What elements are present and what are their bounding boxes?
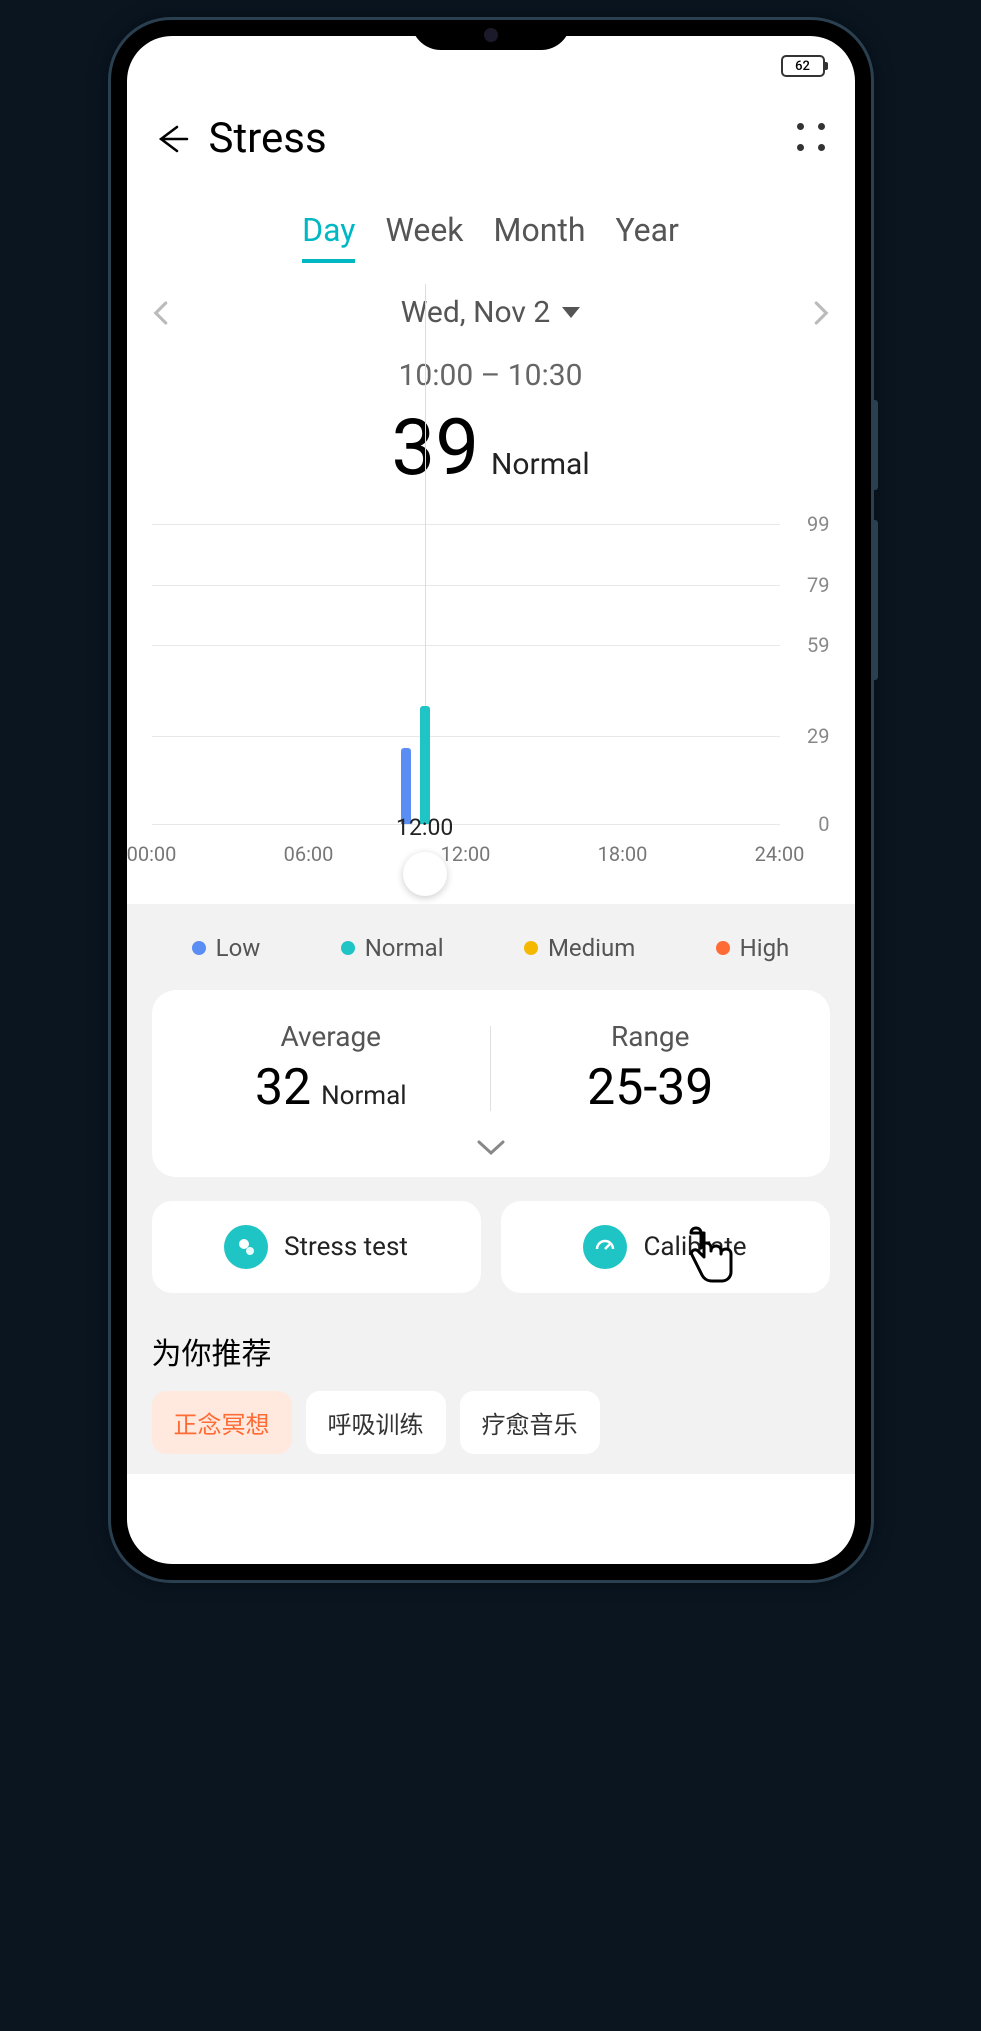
legend-item: Medium — [524, 934, 635, 962]
y-tick: 29 — [807, 724, 829, 748]
recommend-chip[interactable]: 呼吸训练 — [306, 1391, 446, 1454]
status-bar: 62 — [127, 46, 855, 86]
header: Stress — [127, 86, 855, 181]
stress-chart: 029597999 — [152, 524, 830, 824]
timeline-handle[interactable] — [403, 852, 447, 896]
y-tick: 99 — [807, 512, 829, 536]
average-stat: Average 32 Normal — [172, 1020, 491, 1117]
more-menu-icon[interactable] — [797, 123, 829, 155]
action-buttons: Stress test Calibrate — [152, 1201, 830, 1293]
legend-item: Normal — [341, 934, 444, 962]
x-tick: 18:00 — [598, 842, 648, 866]
next-day-icon[interactable] — [805, 298, 835, 328]
average-label: Average — [172, 1020, 491, 1053]
chart-bar — [420, 706, 430, 824]
recommend-section: 为你推荐 正念冥想呼吸训练疗愈音乐 — [152, 1329, 830, 1454]
stress-test-button[interactable]: Stress test — [152, 1201, 481, 1293]
reading-value: 39 — [391, 403, 479, 494]
x-tick: 12:00 — [441, 842, 491, 866]
stats-card: Average 32 Normal Range 25-39 — [152, 990, 830, 1177]
prev-day-icon[interactable] — [147, 298, 177, 328]
average-value: 32 — [255, 1059, 311, 1117]
tab-week[interactable]: Week — [385, 211, 463, 263]
date-navigator: Wed, Nov 2 — [127, 273, 855, 338]
expand-stats-icon[interactable] — [172, 1139, 810, 1161]
date-label: Wed, Nov 2 — [401, 295, 550, 330]
caret-down-icon — [562, 307, 580, 318]
period-tabs: Day Week Month Year — [127, 181, 855, 273]
tab-month[interactable]: Month — [494, 211, 586, 263]
page-title: Stress — [209, 114, 797, 163]
phone-frame: 62 Stress Day Week Month Year Wed, Nov 2 — [111, 20, 871, 1580]
chart-bar — [401, 748, 411, 824]
tab-day[interactable]: Day — [302, 211, 355, 263]
tab-year[interactable]: Year — [615, 211, 678, 263]
back-arrow-icon[interactable] — [153, 121, 189, 157]
time-range-label: 10:00 – 10:30 — [127, 358, 855, 393]
selected-time-label: 12:00 — [396, 814, 453, 841]
timeline: 00:0006:0012:0018:0024:0012:00 — [152, 824, 830, 904]
date-picker[interactable]: Wed, Nov 2 — [401, 295, 580, 330]
battery-level: 62 — [795, 59, 810, 74]
legend-item: High — [716, 934, 790, 962]
x-tick: 00:00 — [127, 842, 177, 866]
calibrate-label: Calibrate — [643, 1232, 746, 1262]
stress-test-icon — [224, 1225, 268, 1269]
screen: 62 Stress Day Week Month Year Wed, Nov 2 — [127, 36, 855, 1564]
legend-item: Low — [192, 934, 261, 962]
recommend-chip[interactable]: 正念冥想 — [152, 1391, 292, 1454]
legend: Low Normal Medium High — [152, 934, 830, 962]
y-tick: 79 — [807, 573, 829, 597]
calibrate-icon — [583, 1225, 627, 1269]
calibrate-button[interactable]: Calibrate — [501, 1201, 830, 1293]
x-tick: 24:00 — [755, 842, 805, 866]
reading-status: Normal — [491, 447, 590, 482]
recommend-title: 为你推荐 — [152, 1329, 830, 1373]
range-value: 25-39 — [491, 1059, 810, 1117]
range-label: Range — [491, 1020, 810, 1053]
recommend-chip[interactable]: 疗愈音乐 — [460, 1391, 600, 1454]
x-tick: 06:00 — [284, 842, 334, 866]
current-reading: 39 Normal — [127, 403, 855, 494]
battery-indicator: 62 — [781, 55, 825, 77]
y-tick: 59 — [807, 633, 829, 657]
stress-test-label: Stress test — [284, 1232, 408, 1262]
range-stat: Range 25-39 — [491, 1020, 810, 1117]
average-status: Normal — [321, 1081, 406, 1111]
